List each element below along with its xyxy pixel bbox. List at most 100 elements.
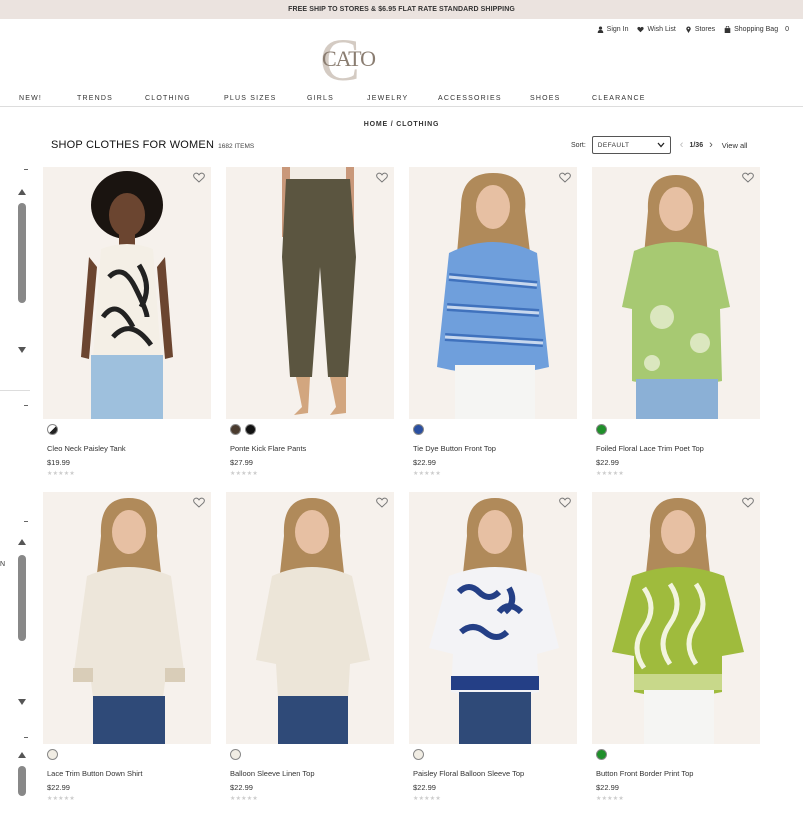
product-image[interactable] xyxy=(226,492,394,744)
swatch[interactable] xyxy=(230,749,241,760)
product-name[interactable]: Cleo Neck Paisley Tank xyxy=(47,444,211,453)
rating-stars: ★★★★★ xyxy=(413,796,441,802)
page-heading: SHOP CLOTHES FOR WOMEN 1682 ITEMS xyxy=(51,139,254,151)
swatch[interactable] xyxy=(413,749,424,760)
side-letter: N xyxy=(0,561,6,568)
product-card[interactable]: Cleo Neck Paisley Tank $19.99 ★★★★★ xyxy=(43,167,211,477)
product-name[interactable]: Foiled Floral Lace Trim Poet Top xyxy=(596,444,760,453)
color-swatches xyxy=(47,424,211,435)
promo-banner[interactable]: FREE SHIP TO STORES & $6.95 FLAT RATE ST… xyxy=(0,0,803,19)
main-nav: NEW! TRENDS CLOTHING PLUS SIZES GIRLS JE… xyxy=(0,95,803,107)
product-image[interactable] xyxy=(592,167,760,419)
sort-value: DEFAULT xyxy=(597,141,630,149)
wishlist-heart-icon[interactable] xyxy=(742,497,754,508)
color-swatches xyxy=(413,749,577,760)
nav-girls[interactable]: GIRLS xyxy=(307,95,334,102)
scrollbar-thumb[interactable] xyxy=(18,766,26,796)
product-image[interactable] xyxy=(592,492,760,744)
rating-stars: ★★★★★ xyxy=(230,796,258,802)
wish-list-link[interactable]: Wish List xyxy=(637,26,676,33)
heart-icon xyxy=(637,26,645,33)
wishlist-heart-icon[interactable] xyxy=(376,497,388,508)
rating-stars: ★★★★★ xyxy=(596,471,624,477)
swatch[interactable] xyxy=(230,424,241,435)
cato-logo[interactable]: C CATO xyxy=(316,27,394,93)
next-page-icon[interactable]: › xyxy=(709,139,713,151)
breadcrumb-current: CLOTHING xyxy=(396,121,440,128)
logo-text: CATO xyxy=(322,46,375,71)
color-swatches xyxy=(596,424,760,435)
scroll-dash xyxy=(24,169,28,170)
product-card[interactable]: Button Front Border Print Top $22.99 ★★★… xyxy=(592,492,760,802)
wishlist-heart-icon[interactable] xyxy=(742,172,754,183)
breadcrumb-home[interactable]: HOME xyxy=(364,121,388,128)
stores-link[interactable]: Stores xyxy=(685,26,715,33)
wishlist-heart-icon[interactable] xyxy=(559,497,571,508)
sign-in-link[interactable]: Sign In xyxy=(597,26,628,33)
swatch[interactable] xyxy=(413,424,424,435)
scroll-down-icon[interactable] xyxy=(18,699,26,705)
scroll-up-icon[interactable] xyxy=(18,189,26,195)
product-name[interactable]: Tie Dye Button Front Top xyxy=(413,444,577,453)
product-card[interactable]: Balloon Sleeve Linen Top $22.99 ★★★★★ xyxy=(226,492,394,802)
nav-clearance[interactable]: CLEARANCE xyxy=(592,95,646,102)
model-figure xyxy=(282,167,356,415)
product-card[interactable]: Ponte Kick Flare Pants $27.99 ★★★★★ xyxy=(226,167,394,477)
rating-stars: ★★★★★ xyxy=(230,471,258,477)
product-name[interactable]: Ponte Kick Flare Pants xyxy=(230,444,394,453)
utility-links: Sign In Wish List Stores Shopping Bag 0 xyxy=(597,26,789,33)
product-card[interactable]: Paisley Floral Balloon Sleeve Top $22.99… xyxy=(409,492,577,802)
scrollbar-thumb[interactable] xyxy=(18,203,26,303)
swatch[interactable] xyxy=(47,424,58,435)
product-name[interactable]: Lace Trim Button Down Shirt xyxy=(47,769,211,778)
swatch[interactable] xyxy=(596,424,607,435)
nav-jewelry[interactable]: JEWELRY xyxy=(367,95,408,102)
scroll-down-icon[interactable] xyxy=(18,347,26,353)
product-image[interactable] xyxy=(43,492,211,744)
sort-select[interactable]: DEFAULT xyxy=(591,136,671,154)
shopping-bag-link[interactable]: Shopping Bag 0 xyxy=(724,26,789,33)
product-name[interactable]: Paisley Floral Balloon Sleeve Top xyxy=(413,769,577,778)
model-figure xyxy=(256,498,370,744)
scrollbar-thumb[interactable] xyxy=(18,555,26,641)
scroll-up-icon[interactable] xyxy=(18,752,26,758)
wishlist-heart-icon[interactable] xyxy=(376,172,388,183)
nav-clothing[interactable]: CLOTHING xyxy=(145,95,191,102)
page-indicator: 1/36 xyxy=(689,141,704,149)
product-price: $22.99 xyxy=(230,783,253,792)
rating-stars: ★★★★★ xyxy=(413,471,441,477)
scroll-up-icon[interactable] xyxy=(18,539,26,545)
prev-page-icon[interactable]: ‹ xyxy=(680,139,684,151)
nav-trends[interactable]: TRENDS xyxy=(77,95,113,102)
product-name[interactable]: Button Front Border Print Top xyxy=(596,769,760,778)
product-card[interactable]: Lace Trim Button Down Shirt $22.99 ★★★★★ xyxy=(43,492,211,802)
product-image[interactable] xyxy=(409,167,577,419)
breadcrumb-separator: / xyxy=(390,121,394,128)
wishlist-heart-icon[interactable] xyxy=(193,172,205,183)
product-card[interactable]: Tie Dye Button Front Top $22.99 ★★★★★ xyxy=(409,167,577,477)
product-image[interactable] xyxy=(409,492,577,744)
nav-shoes[interactable]: SHOES xyxy=(530,95,561,102)
wishlist-heart-icon[interactable] xyxy=(193,497,205,508)
product-price: $27.99 xyxy=(230,458,253,467)
product-price: $19.99 xyxy=(47,458,70,467)
product-card[interactable]: Foiled Floral Lace Trim Poet Top $22.99 … xyxy=(592,167,760,477)
divider xyxy=(0,390,30,391)
wishlist-heart-icon[interactable] xyxy=(559,172,571,183)
product-name[interactable]: Balloon Sleeve Linen Top xyxy=(230,769,394,778)
scroll-dash xyxy=(24,405,28,406)
product-image[interactable] xyxy=(43,167,211,419)
swatch[interactable] xyxy=(245,424,256,435)
product-price: $22.99 xyxy=(413,458,436,467)
view-all-link[interactable]: View all xyxy=(722,141,748,150)
swatch[interactable] xyxy=(47,749,58,760)
product-image[interactable] xyxy=(226,167,394,419)
left-scroller: N xyxy=(0,0,30,820)
color-swatches xyxy=(230,424,394,435)
swatch[interactable] xyxy=(596,749,607,760)
nav-plus-sizes[interactable]: PLUS SIZES xyxy=(224,95,276,102)
model-figure xyxy=(622,175,730,419)
rating-stars: ★★★★★ xyxy=(47,471,75,477)
shopping-bag-icon xyxy=(724,26,731,33)
nav-accessories[interactable]: ACCESSORIES xyxy=(438,95,502,102)
